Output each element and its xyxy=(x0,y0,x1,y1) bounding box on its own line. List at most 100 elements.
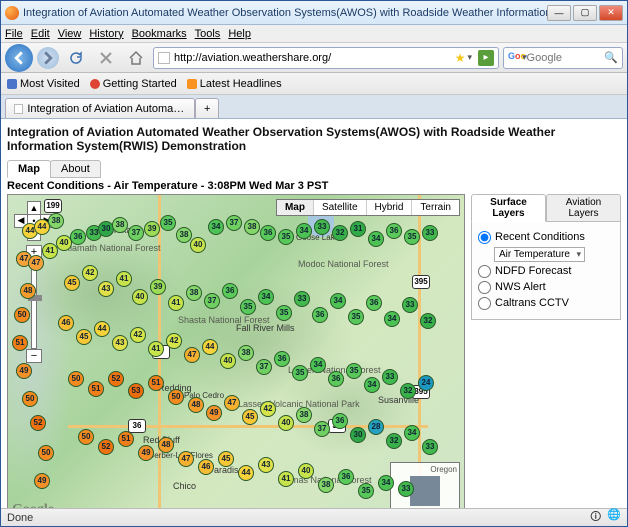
temperature-marker[interactable]: 42 xyxy=(260,401,276,417)
temperature-marker[interactable]: 36 xyxy=(70,229,86,245)
temperature-marker[interactable]: 50 xyxy=(168,389,184,405)
browser-tab[interactable]: Integration of Aviation Automated ... xyxy=(5,98,195,118)
temperature-marker[interactable]: 34 xyxy=(378,475,394,491)
forward-button[interactable] xyxy=(37,47,59,69)
tab-about[interactable]: About xyxy=(50,160,101,178)
temperature-marker[interactable]: 50 xyxy=(22,391,38,407)
temperature-marker[interactable]: 48 xyxy=(20,283,36,299)
temperature-marker[interactable]: 36 xyxy=(312,307,328,323)
temperature-marker[interactable]: 36 xyxy=(386,223,402,239)
temperature-marker[interactable]: 40 xyxy=(278,415,294,431)
temperature-marker[interactable]: 34 xyxy=(258,289,274,305)
tab-map[interactable]: Map xyxy=(7,160,51,178)
temperature-marker[interactable]: 38 xyxy=(48,213,64,229)
temperature-marker[interactable]: 48 xyxy=(158,437,174,453)
temperature-marker[interactable]: 35 xyxy=(292,365,308,381)
temperature-marker[interactable]: 33 xyxy=(398,481,414,497)
temperature-marker[interactable]: 49 xyxy=(34,473,50,489)
radio-nws[interactable] xyxy=(478,281,491,294)
temperature-marker[interactable]: 35 xyxy=(276,305,292,321)
radio-recent-conditions[interactable] xyxy=(478,231,491,244)
temperature-marker[interactable]: 33 xyxy=(294,291,310,307)
temperature-marker[interactable]: 33 xyxy=(422,225,438,241)
recent-subtype-select[interactable]: Air Temperature xyxy=(494,247,585,262)
temperature-marker[interactable]: 35 xyxy=(346,363,362,379)
temperature-marker[interactable]: 45 xyxy=(76,329,92,345)
radio-ndfd[interactable] xyxy=(478,265,491,278)
temperature-marker[interactable]: 34 xyxy=(368,231,384,247)
zoom-out-button[interactable]: − xyxy=(26,349,42,363)
temperature-marker[interactable]: 41 xyxy=(116,271,132,287)
maptype-hybrid[interactable]: Hybrid xyxy=(366,200,412,215)
temperature-marker[interactable]: 51 xyxy=(148,375,164,391)
temperature-marker[interactable]: 36 xyxy=(338,469,354,485)
temperature-marker[interactable]: 31 xyxy=(350,221,366,237)
window-minimize-button[interactable]: — xyxy=(547,5,571,21)
temperature-marker[interactable]: 35 xyxy=(240,299,256,315)
temperature-marker[interactable]: 35 xyxy=(160,215,176,231)
temperature-marker[interactable]: 33 xyxy=(382,369,398,385)
bookmark-most-visited[interactable]: Most Visited xyxy=(7,78,80,90)
temperature-marker[interactable]: 33 xyxy=(422,439,438,455)
home-button[interactable] xyxy=(123,45,149,71)
temperature-marker[interactable]: 38 xyxy=(318,477,334,493)
temperature-marker[interactable]: 38 xyxy=(238,345,254,361)
temperature-marker[interactable]: 36 xyxy=(328,371,344,387)
maptype-terrain[interactable]: Terrain xyxy=(411,200,459,215)
temperature-marker[interactable]: 37 xyxy=(314,421,330,437)
temperature-marker[interactable]: 44 xyxy=(94,321,110,337)
temperature-marker[interactable]: 34 xyxy=(404,425,420,441)
temperature-marker[interactable]: 51 xyxy=(118,431,134,447)
temperature-marker[interactable]: 40 xyxy=(298,463,314,479)
radio-cctv[interactable] xyxy=(478,297,491,310)
temperature-marker[interactable]: 47 xyxy=(28,255,44,271)
stop-button[interactable] xyxy=(93,45,119,71)
temperature-marker[interactable]: 49 xyxy=(206,405,222,421)
bookmark-latest-headlines[interactable]: Latest Headlines xyxy=(187,78,282,90)
menu-bookmarks[interactable]: Bookmarks xyxy=(132,28,187,40)
temperature-marker[interactable]: 38 xyxy=(176,227,192,243)
temperature-marker[interactable]: 36 xyxy=(260,225,276,241)
temperature-marker[interactable]: 40 xyxy=(190,237,206,253)
bookmark-star-icon[interactable]: ★ xyxy=(455,51,466,65)
temperature-marker[interactable]: 45 xyxy=(64,275,80,291)
temperature-marker[interactable]: 47 xyxy=(224,395,240,411)
reload-button[interactable] xyxy=(63,45,89,71)
url-bar[interactable]: ★ ▾ ▸ xyxy=(153,47,499,69)
go-button[interactable]: ▸ xyxy=(478,50,494,66)
temperature-marker[interactable]: 38 xyxy=(244,219,260,235)
pan-up-button[interactable]: ▲ xyxy=(27,201,41,215)
temperature-marker[interactable]: 34 xyxy=(310,357,326,373)
window-close-button[interactable]: ✕ xyxy=(599,5,623,21)
temperature-marker[interactable]: 44 xyxy=(202,339,218,355)
temperature-marker[interactable]: 38 xyxy=(186,285,202,301)
temperature-marker[interactable]: 43 xyxy=(258,457,274,473)
temperature-marker[interactable]: 42 xyxy=(166,333,182,349)
temperature-marker[interactable]: 43 xyxy=(112,335,128,351)
temperature-marker[interactable]: 49 xyxy=(138,445,154,461)
maptype-map[interactable]: Map xyxy=(277,200,313,215)
temperature-marker[interactable]: 47 xyxy=(178,451,194,467)
temperature-marker[interactable]: 37 xyxy=(256,359,272,375)
maptype-satellite[interactable]: Satellite xyxy=(313,200,366,215)
zoom-slider-track[interactable] xyxy=(31,259,37,349)
menu-view[interactable]: View xyxy=(58,28,82,40)
temperature-marker[interactable]: 46 xyxy=(58,315,74,331)
temperature-marker[interactable]: 35 xyxy=(278,229,294,245)
temperature-marker[interactable]: 48 xyxy=(188,397,204,413)
temperature-marker[interactable]: 42 xyxy=(82,265,98,281)
temperature-marker[interactable]: 52 xyxy=(98,439,114,455)
temperature-marker[interactable]: 41 xyxy=(278,471,294,487)
temperature-marker[interactable]: 32 xyxy=(400,383,416,399)
temperature-marker[interactable]: 50 xyxy=(14,307,30,323)
temperature-marker[interactable]: 35 xyxy=(404,229,420,245)
new-tab-button[interactable]: + xyxy=(195,98,219,118)
temperature-marker[interactable]: 32 xyxy=(386,433,402,449)
temperature-marker[interactable]: 36 xyxy=(366,295,382,311)
temperature-marker[interactable]: 38 xyxy=(296,407,312,423)
temperature-marker[interactable]: 39 xyxy=(150,279,166,295)
temperature-marker[interactable]: 52 xyxy=(108,371,124,387)
temperature-marker[interactable]: 45 xyxy=(242,409,258,425)
menu-file[interactable]: File xyxy=(5,28,23,40)
temperature-marker[interactable]: 24 xyxy=(418,375,434,391)
